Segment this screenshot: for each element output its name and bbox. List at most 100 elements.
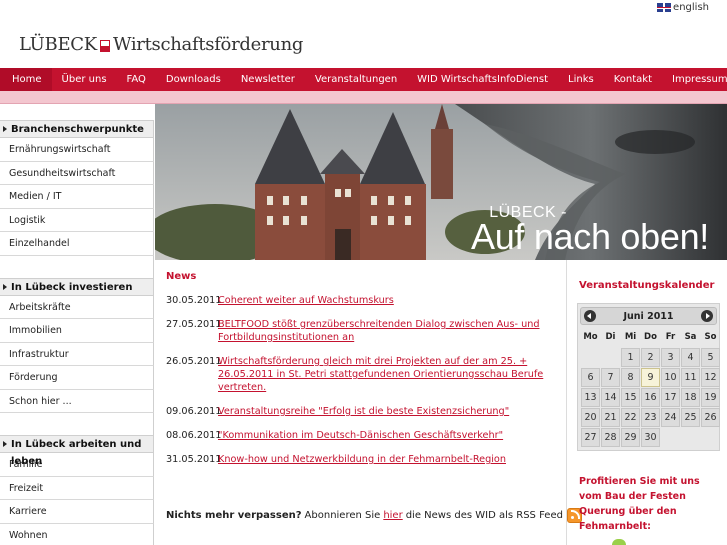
uk-flag-icon — [657, 3, 672, 12]
news-heading: News — [166, 271, 197, 282]
logo-mark-icon — [99, 39, 110, 52]
news-link[interactable]: Veranstaltungsreihe "Erfolg ist die best… — [218, 405, 509, 418]
rss-link[interactable]: hier — [383, 510, 402, 521]
sidebar-section-heading[interactable]: In Lübeck arbeiten und leben — [0, 435, 154, 467]
calendar-day[interactable]: 16 — [641, 388, 660, 407]
sub-nav-bar — [0, 91, 727, 104]
news-item: 31.05.2011 Know-how und Netzwerkbildung i… — [166, 453, 561, 466]
nav-item-5[interactable]: Veranstaltungen — [305, 68, 407, 91]
news-link[interactable]: Coherent weiter auf Wachstumskurs — [218, 294, 394, 307]
calendar-month: Juni 2011 — [623, 310, 674, 322]
left-sidebar: Branchenschwerpunkte Ernährungswirtschaft… — [0, 120, 154, 545]
sidebar-item[interactable]: Arbeitskräfte — [0, 295, 154, 319]
promo-image — [612, 539, 626, 545]
calendar-weekday: Do — [644, 332, 657, 342]
calendar-day[interactable]: 29 — [621, 428, 640, 447]
fehmarnbelt-promo[interactable]: Profitieren Sie mit uns vom Bau der Fest… — [579, 474, 724, 534]
calendar-day[interactable]: 20 — [581, 408, 600, 427]
nav-item-7[interactable]: Links — [558, 68, 604, 91]
calendar-day[interactable]: 3 — [661, 348, 680, 367]
sidebar-section-heading[interactable]: In Lübeck investieren — [0, 277, 154, 296]
news-item: 27.05.2011 BELTFOOD stößt grenzüberschrei… — [166, 318, 561, 344]
news-link[interactable]: BELTFOOD stößt grenzüberschreitenden Dia… — [218, 318, 561, 344]
calendar-day[interactable]: 2 — [641, 348, 660, 367]
nav-item-0[interactable]: Home — [0, 68, 52, 96]
nav-item-3[interactable]: Downloads — [156, 68, 231, 91]
right-column: Veranstaltungskalender Juni 2011 Mo Di Mi D… — [566, 260, 727, 545]
calendar-empty-cell — [601, 348, 620, 367]
calendar-day[interactable]: 12 — [701, 368, 720, 387]
calendar-day[interactable]: 18 — [681, 388, 700, 407]
news-item: 08.06.2011 "Kommunikation im Deutsch-Däni… — [166, 429, 561, 442]
nav-item-8[interactable]: Kontakt — [604, 68, 662, 91]
news-date: 27.05.2011 — [166, 319, 222, 330]
news-item: 26.05.2011 Wirtschaftsförderung gleich mi… — [166, 355, 561, 394]
news-link[interactable]: "Kommunikation im Deutsch-Dänischen Gesc… — [218, 429, 503, 442]
calendar-day[interactable]: 27 — [581, 428, 600, 447]
news-link[interactable]: Know-how und Netzwerkbildung in der Fehm… — [218, 453, 506, 466]
news-item: 30.05.2011 Coherent weiter auf Wachstumsk… — [166, 294, 561, 307]
calendar-day[interactable]: 10 — [661, 368, 680, 387]
sidebar-item[interactable]: Förderung — [0, 366, 154, 390]
event-calendar: Juni 2011 Mo Di Mi Do Fr Sa So 1 2 3 4 5 6 7 8 9 10 11 12 1… — [577, 303, 720, 451]
calendar-day[interactable]: 22 — [621, 408, 640, 427]
sidebar-item[interactable]: Schon hier ... — [0, 389, 154, 413]
sidebar-gap — [0, 413, 154, 435]
calendar-day[interactable]: 11 — [681, 368, 700, 387]
news-link[interactable]: Wirtschaftsförderung gleich mit drei Pro… — [218, 355, 561, 394]
rss-bold-text: Nichts mehr verpassen? — [166, 510, 302, 521]
calendar-day[interactable]: 19 — [701, 388, 720, 407]
calendar-day[interactable]: 8 — [621, 368, 640, 387]
calendar-day[interactable]: 5 — [701, 348, 720, 367]
sidebar-section-heading[interactable]: Branchenschwerpunkte — [0, 120, 154, 138]
sidebar-item[interactable]: Karriere — [0, 500, 154, 524]
calendar-day[interactable]: 21 — [601, 408, 620, 427]
news-list: 30.05.2011 Coherent weiter auf Wachstumsk… — [166, 294, 561, 466]
nav-item-4[interactable]: Newsletter — [231, 68, 305, 91]
calendar-day[interactable]: 24 — [661, 408, 680, 427]
calendar-day[interactable]: 4 — [681, 348, 700, 367]
calendar-heading: Veranstaltungskalender — [579, 280, 715, 291]
news-date: 08.06.2011 — [166, 430, 222, 441]
sidebar-item[interactable]: Gesundheitswirtschaft — [0, 161, 154, 185]
sidebar-item[interactable]: Einzelhandel — [0, 232, 154, 256]
nav-item-2[interactable]: FAQ — [117, 68, 156, 91]
sidebar-item[interactable]: Medien / IT — [0, 185, 154, 209]
calendar-prev-icon[interactable] — [584, 310, 596, 322]
calendar-day[interactable]: 30 — [641, 428, 660, 447]
calendar-day[interactable]: 28 — [601, 428, 620, 447]
calendar-day[interactable]: 25 — [681, 408, 700, 427]
site-logo[interactable]: LÜBECK Wirtschaftsförderung — [19, 34, 303, 55]
logo-text-left: LÜBECK — [19, 34, 97, 55]
language-switch[interactable]: english — [657, 2, 709, 13]
nav-item-6[interactable]: WID WirtschaftsInfoDienst — [407, 68, 558, 91]
rss-post-text: die News des WID als RSS Feed — [405, 510, 563, 521]
calendar-day[interactable]: 23 — [641, 408, 660, 427]
hero-banner: LÜBECK - Auf nach oben! — [155, 104, 727, 260]
rss-pre-text: Abonnieren Sie — [304, 510, 381, 521]
nav-item-9[interactable]: Impressum — [662, 68, 727, 91]
calendar-day[interactable]: 9 — [641, 368, 660, 387]
calendar-day[interactable]: 26 — [701, 408, 720, 427]
sidebar-item[interactable]: Immobilien — [0, 319, 154, 343]
news-section: News 30.05.2011 Coherent weiter auf Wachs… — [166, 270, 561, 477]
language-link[interactable]: english — [673, 2, 709, 13]
sidebar-item[interactable]: Logistik — [0, 208, 154, 232]
calendar-day[interactable]: 6 — [581, 368, 600, 387]
calendar-next-icon[interactable] — [700, 310, 713, 322]
rss-subscribe: Nichts mehr verpassen? Abonnieren Sie hi… — [166, 508, 582, 523]
calendar-day[interactable]: 7 — [601, 368, 620, 387]
sidebar-item[interactable]: Ernährungswirtschaft — [0, 138, 154, 162]
sidebar-item[interactable]: Infrastruktur — [0, 342, 154, 366]
hero-title: Auf nach oben! — [471, 216, 709, 257]
sidebar-item[interactable]: Freizeit — [0, 476, 154, 500]
sidebar-item[interactable]: Wohnen — [0, 523, 154, 545]
calendar-grid: Mo Di Mi Do Fr Sa So 1 2 3 4 5 6 7 8 9 10 11 12 13 14 15 16 17 1… — [581, 328, 720, 447]
calendar-day[interactable]: 15 — [621, 388, 640, 407]
calendar-day[interactable]: 1 — [621, 348, 640, 367]
calendar-day[interactable]: 14 — [601, 388, 620, 407]
nav-item-1[interactable]: Über uns — [52, 68, 117, 91]
calendar-day[interactable]: 13 — [581, 388, 600, 407]
calendar-day[interactable]: 17 — [661, 388, 680, 407]
logo-text-right: Wirtschaftsförderung — [112, 34, 304, 55]
